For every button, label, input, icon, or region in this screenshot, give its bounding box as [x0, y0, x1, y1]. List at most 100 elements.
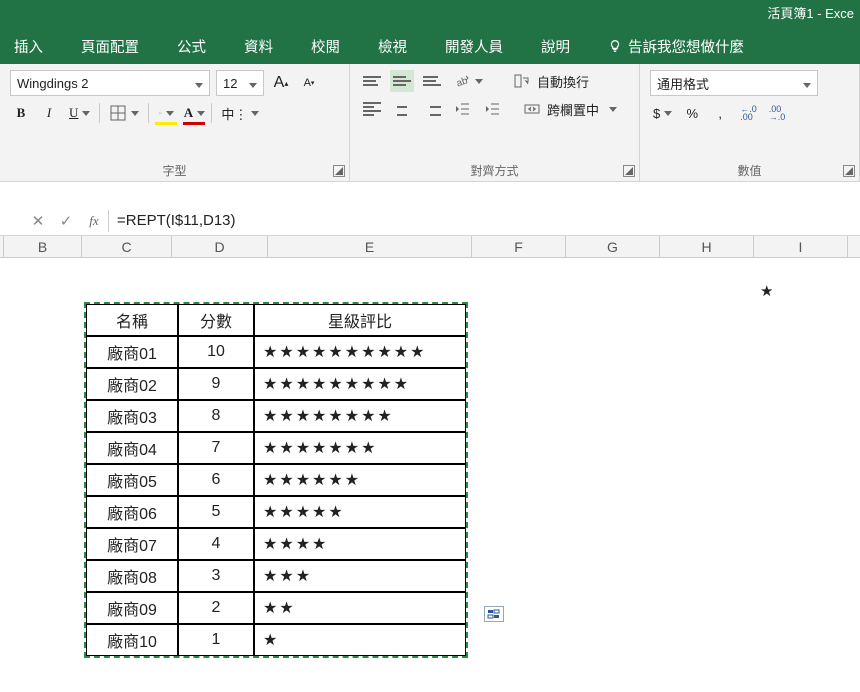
- fx-icon[interactable]: fx: [80, 213, 108, 229]
- number-format-select[interactable]: 通用格式: [650, 70, 818, 96]
- tab-view[interactable]: 檢視: [368, 28, 417, 65]
- cell-name[interactable]: 廠商09: [86, 592, 178, 624]
- cell-stars[interactable]: ★: [254, 624, 466, 656]
- font-dialog-launcher[interactable]: [333, 165, 345, 177]
- merge-center-button[interactable]: 跨欄置中: [520, 98, 620, 120]
- tab-review[interactable]: 校閱: [301, 28, 350, 65]
- cell-stars[interactable]: ★★: [254, 592, 466, 624]
- table-row: 廠商065★★★★★: [86, 496, 466, 528]
- cell-stars[interactable]: ★★★★★★★★★: [254, 368, 466, 400]
- cell-name[interactable]: 廠商06: [86, 496, 178, 528]
- cancel-formula-button[interactable]: ✕: [24, 212, 52, 230]
- cell-stars[interactable]: ★★★: [254, 560, 466, 592]
- tab-developer[interactable]: 開發人員: [435, 28, 513, 65]
- col-header-f[interactable]: F: [472, 236, 566, 257]
- percent-button[interactable]: %: [681, 102, 703, 124]
- header-name[interactable]: 名稱: [86, 304, 178, 336]
- wrap-text-button[interactable]: 自動換行: [510, 70, 592, 92]
- font-name-select[interactable]: Wingdings 2: [10, 70, 210, 96]
- cell-score[interactable]: 8: [178, 400, 254, 432]
- col-header-d[interactable]: D: [172, 236, 268, 257]
- bold-button[interactable]: B: [10, 102, 32, 124]
- tab-page-layout[interactable]: 頁面配置: [71, 28, 149, 65]
- tell-me-search[interactable]: 告訴我您想做什麼: [598, 28, 754, 65]
- increase-decimal-button[interactable]: ←.0.00: [737, 102, 760, 124]
- col-header-c[interactable]: C: [82, 236, 172, 257]
- align-center-button[interactable]: [390, 98, 414, 120]
- cell-stars[interactable]: ★★★★★★: [254, 464, 466, 496]
- cell-score[interactable]: 2: [178, 592, 254, 624]
- cell-name[interactable]: 廠商02: [86, 368, 178, 400]
- cell-stars[interactable]: ★★★★★★★: [254, 432, 466, 464]
- align-left-button[interactable]: [360, 98, 384, 120]
- group-alignment: ab 自動換行 跨欄置中 對齊方式: [350, 64, 640, 181]
- col-header-e[interactable]: E: [268, 236, 472, 257]
- decrease-font-size-button[interactable]: A▾: [298, 72, 320, 94]
- cell-stars[interactable]: ★★★★★★★★★★: [254, 336, 466, 368]
- tab-help[interactable]: 說明: [531, 28, 580, 65]
- cell-stars[interactable]: ★★★★★: [254, 496, 466, 528]
- cell-stars[interactable]: ★★★★★★★★: [254, 400, 466, 432]
- italic-button[interactable]: I: [38, 102, 60, 124]
- tab-insert[interactable]: 插入: [4, 28, 53, 65]
- align-right-button[interactable]: [420, 98, 444, 120]
- worksheet-area[interactable]: ★ 名稱 分數 星級評比 廠商0110★★★★★★★★★★廠商029★★★★★★…: [0, 258, 860, 298]
- col-header-i[interactable]: I: [754, 236, 848, 257]
- cell-name[interactable]: 廠商03: [86, 400, 178, 432]
- cell-score[interactable]: 10: [178, 336, 254, 368]
- autofill-options-button[interactable]: [484, 606, 504, 622]
- header-score[interactable]: 分數: [178, 304, 254, 336]
- tab-data[interactable]: 資料: [234, 28, 283, 65]
- header-stars[interactable]: 星級評比: [254, 304, 466, 336]
- decrease-indent-button[interactable]: [450, 98, 474, 120]
- formula-bar: ✕ ✓ fx =REPT(I$11,D13): [0, 206, 860, 236]
- formula-input[interactable]: =REPT(I$11,D13): [109, 212, 349, 229]
- cell-name[interactable]: 廠商10: [86, 624, 178, 656]
- cell-score[interactable]: 3: [178, 560, 254, 592]
- font-color-button[interactable]: A: [183, 102, 205, 124]
- cell-score[interactable]: 5: [178, 496, 254, 528]
- underline-button[interactable]: U: [66, 102, 93, 124]
- increase-indent-button[interactable]: [480, 98, 504, 120]
- currency-button[interactable]: $: [650, 102, 675, 124]
- cell-score[interactable]: 4: [178, 528, 254, 560]
- phonetic-guide-button[interactable]: 中⋮: [218, 102, 262, 124]
- alignment-dialog-launcher[interactable]: [623, 165, 635, 177]
- number-dialog-launcher[interactable]: [843, 165, 855, 177]
- cell-name[interactable]: 廠商04: [86, 432, 178, 464]
- table-row: 廠商056★★★★★★: [86, 464, 466, 496]
- col-header-g[interactable]: G: [566, 236, 660, 257]
- col-header-b[interactable]: B: [4, 236, 82, 257]
- ribbon-tabs: 插入 頁面配置 公式 資料 校閱 檢視 開發人員 說明 告訴我您想做什麼: [0, 28, 860, 64]
- separator: [148, 103, 149, 123]
- cell-stars[interactable]: ★★★★: [254, 528, 466, 560]
- group-number: 通用格式 $ % , ←.0.00 .00→.0 數值: [640, 64, 860, 181]
- cell-name[interactable]: 廠商05: [86, 464, 178, 496]
- align-middle-button[interactable]: [390, 70, 414, 92]
- font-size-select[interactable]: 12: [216, 70, 264, 96]
- comma-style-button[interactable]: ,: [709, 102, 731, 124]
- separator: [211, 103, 212, 123]
- col-header-h[interactable]: H: [660, 236, 754, 257]
- table-row: 廠商0110★★★★★★★★★★: [86, 336, 466, 368]
- cell-star-source[interactable]: ★: [760, 282, 773, 300]
- decrease-decimal-button[interactable]: .00→.0: [766, 102, 789, 124]
- orientation-button[interactable]: ab: [450, 70, 486, 92]
- increase-font-size-button[interactable]: A▴: [270, 72, 292, 94]
- cell-name[interactable]: 廠商01: [86, 336, 178, 368]
- align-bottom-button[interactable]: [420, 70, 444, 92]
- cell-score[interactable]: 1: [178, 624, 254, 656]
- borders-button[interactable]: [106, 102, 142, 124]
- tell-me-label: 告訴我您想做什麼: [628, 36, 744, 57]
- chevron-down-icon: [191, 76, 203, 91]
- cell-score[interactable]: 6: [178, 464, 254, 496]
- tab-formulas[interactable]: 公式: [167, 28, 216, 65]
- cell-score[interactable]: 7: [178, 432, 254, 464]
- accept-formula-button[interactable]: ✓: [52, 212, 80, 230]
- align-top-button[interactable]: [360, 70, 384, 92]
- table-row: 廠商029★★★★★★★★★: [86, 368, 466, 400]
- cell-name[interactable]: 廠商08: [86, 560, 178, 592]
- cell-name[interactable]: 廠商07: [86, 528, 178, 560]
- cell-score[interactable]: 9: [178, 368, 254, 400]
- fill-color-button[interactable]: [155, 102, 177, 124]
